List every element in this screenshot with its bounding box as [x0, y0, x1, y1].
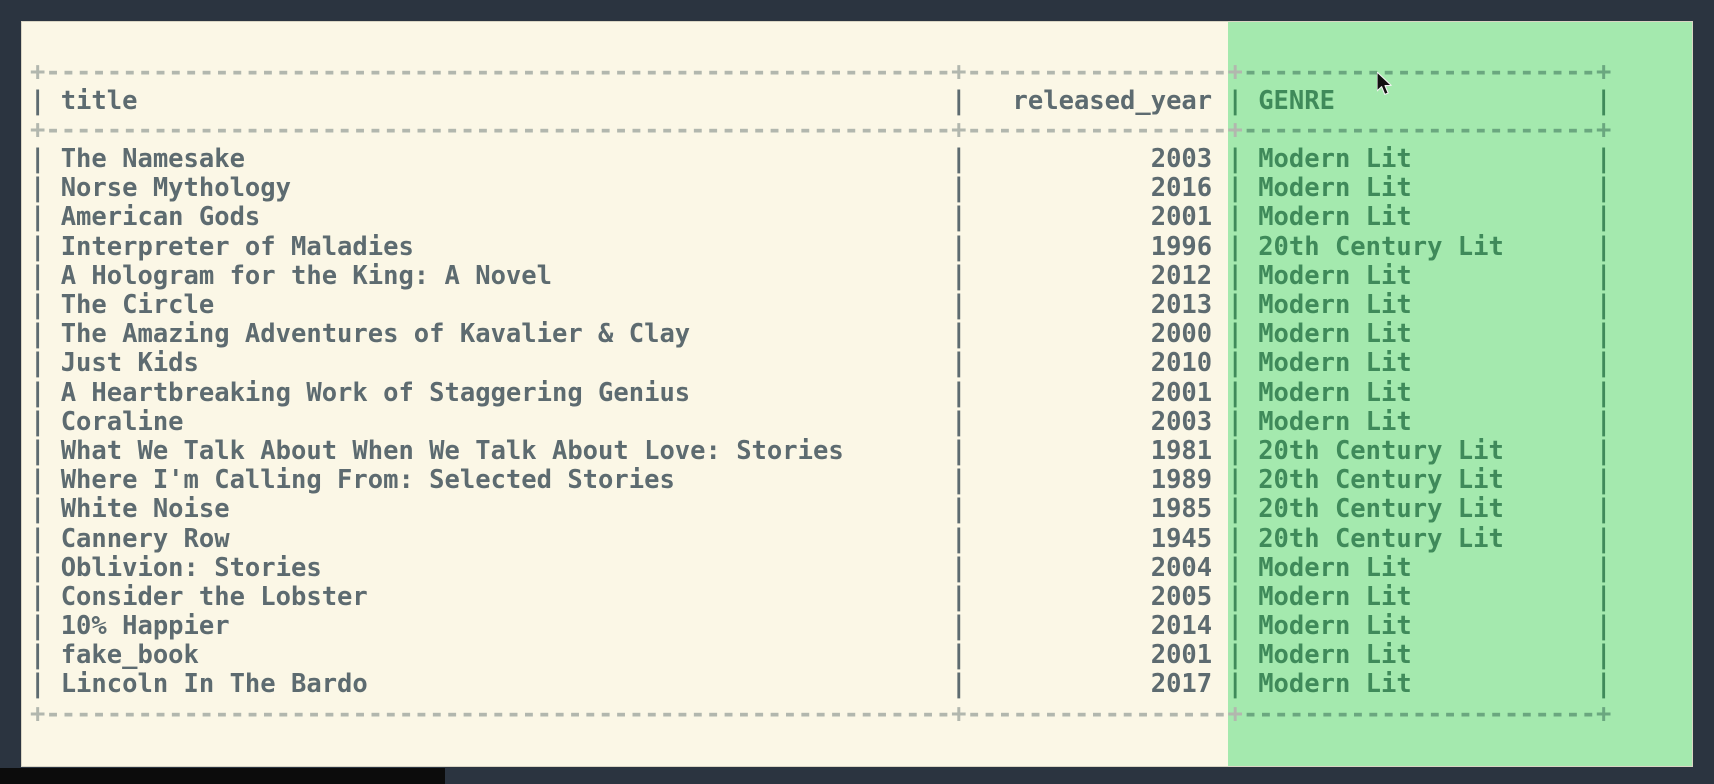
table-row: | Oblivion: Stories | 2004 | Modern Lit … — [30, 552, 1612, 583]
table-row: | 10% Happier | 2014 | Modern Lit | — [30, 611, 1612, 642]
terminal-window: +---------------------------------------… — [0, 0, 1714, 784]
table-row: | Cannery Row | 1945 | 20th Century Lit … — [30, 523, 1612, 554]
table-header-rule: +---------------------------------------… — [30, 114, 1612, 145]
table-row: | A Hologram for the King: A Novel | 201… — [30, 260, 1612, 291]
table-row: | Lincoln In The Bardo | 2017 | Modern L… — [30, 669, 1612, 700]
sql-result-table: +---------------------------------------… — [22, 48, 1611, 729]
table-row: | Where I'm Calling From: Selected Stori… — [30, 465, 1612, 496]
table-row: | The Circle | 2013 | Modern Lit | — [30, 290, 1612, 320]
table-row: | Consider the Lobster | 2005 | Modern L… — [30, 581, 1612, 612]
table-top-rule: +---------------------------------------… — [30, 56, 1612, 87]
table-row: | What We Talk About When We Talk About … — [30, 435, 1612, 466]
table-row: | A Heartbreaking Work of Staggering Gen… — [30, 377, 1612, 408]
table-row: | Interpreter of Maladies | 1996 | 20th … — [30, 231, 1612, 262]
table-row: | American Gods | 2001 | Modern Lit | — [30, 202, 1612, 233]
horizontal-scrollbar-thumb[interactable] — [0, 768, 445, 784]
sql-output-pane[interactable]: +---------------------------------------… — [22, 22, 1692, 766]
table-bottom-rule: +---------------------------------------… — [30, 698, 1612, 729]
table-row: | Coraline | 2003 | Modern Lit | — [30, 406, 1612, 437]
table-row: | fake_book | 2001 | Modern Lit | — [30, 640, 1612, 671]
table-row: | White Noise | 1985 | 20th Century Lit … — [30, 494, 1612, 525]
table-row: | Just Kids | 2010 | Modern Lit | — [30, 348, 1612, 379]
table-row: | Norse Mythology | 2016 | Modern Lit | — [30, 173, 1612, 204]
table-row: | The Amazing Adventures of Kavalier & C… — [30, 319, 1612, 350]
table-row: | The Namesake | 2003 | Modern Lit | — [30, 144, 1612, 175]
horizontal-scrollbar-track[interactable] — [0, 768, 1714, 784]
table-header-row: | title | released_year | GENRE | — [30, 85, 1612, 116]
